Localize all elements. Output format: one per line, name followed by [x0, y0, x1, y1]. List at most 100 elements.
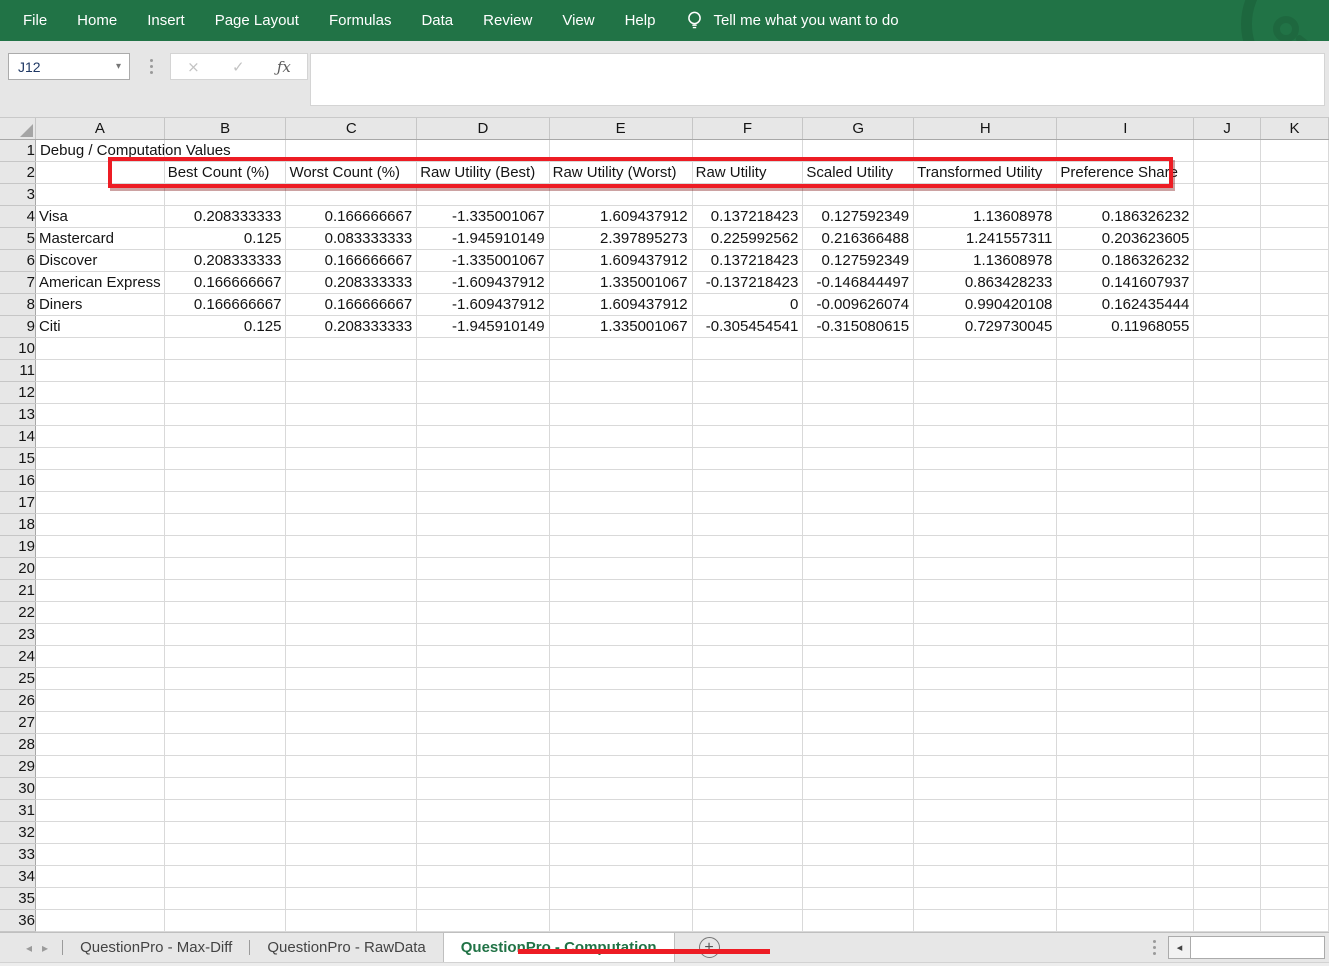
cell-J20[interactable] [1194, 558, 1261, 580]
cell-D35[interactable] [417, 888, 549, 910]
cell-C3[interactable] [286, 184, 417, 206]
cell-K29[interactable] [1260, 756, 1328, 778]
cell-C22[interactable] [286, 602, 417, 624]
cell-I3[interactable] [1057, 184, 1194, 206]
cell-I20[interactable] [1057, 558, 1194, 580]
cell-J25[interactable] [1194, 668, 1261, 690]
cell-B4[interactable]: 0.208333333 [164, 206, 286, 228]
cell-B30[interactable] [164, 778, 286, 800]
cell-F17[interactable] [692, 492, 803, 514]
row-header-23[interactable]: 23 [0, 624, 35, 646]
row-header-18[interactable]: 18 [0, 514, 35, 536]
cell-C11[interactable] [286, 360, 417, 382]
cell-E15[interactable] [549, 448, 692, 470]
cell-I2[interactable]: Preference Share [1057, 162, 1194, 184]
cell-H32[interactable] [914, 822, 1057, 844]
cell-F33[interactable] [692, 844, 803, 866]
cell-D6[interactable]: -1.335001067 [417, 250, 549, 272]
select-all-corner[interactable] [0, 118, 35, 140]
cell-J22[interactable] [1194, 602, 1261, 624]
cell-J1[interactable] [1194, 140, 1261, 162]
cell-K36[interactable] [1260, 910, 1328, 932]
cell-K31[interactable] [1260, 800, 1328, 822]
cell-F2[interactable]: Raw Utility [692, 162, 803, 184]
cell-J9[interactable] [1194, 316, 1261, 338]
cell-C36[interactable] [286, 910, 417, 932]
row-header-20[interactable]: 20 [0, 558, 35, 580]
row-header-27[interactable]: 27 [0, 712, 35, 734]
cell-G21[interactable] [803, 580, 914, 602]
cell-B8[interactable]: 0.166666667 [164, 294, 286, 316]
cell-D30[interactable] [417, 778, 549, 800]
cell-K22[interactable] [1260, 602, 1328, 624]
cell-C16[interactable] [286, 470, 417, 492]
cell-E8[interactable]: 1.609437912 [549, 294, 692, 316]
cell-A33[interactable] [35, 844, 164, 866]
menu-page-layout[interactable]: Page Layout [200, 0, 314, 41]
cell-G20[interactable] [803, 558, 914, 580]
tab-nav-right-icon[interactable]: ▸ [42, 941, 48, 955]
scroll-left-button[interactable]: ◂ [1168, 936, 1191, 959]
cell-C27[interactable] [286, 712, 417, 734]
cell-G19[interactable] [803, 536, 914, 558]
cell-F7[interactable]: -0.137218423 [692, 272, 803, 294]
cell-K8[interactable] [1260, 294, 1328, 316]
cell-I13[interactable] [1057, 404, 1194, 426]
cell-I8[interactable]: 0.162435444 [1057, 294, 1194, 316]
cell-D22[interactable] [417, 602, 549, 624]
cell-G1[interactable] [803, 140, 914, 162]
cell-J23[interactable] [1194, 624, 1261, 646]
column-header-D[interactable]: D [417, 118, 549, 140]
cell-H12[interactable] [914, 382, 1057, 404]
cell-E14[interactable] [549, 426, 692, 448]
cell-A9[interactable]: Citi [35, 316, 164, 338]
cell-B24[interactable] [164, 646, 286, 668]
cell-J35[interactable] [1194, 888, 1261, 910]
cell-A27[interactable] [35, 712, 164, 734]
cell-E17[interactable] [549, 492, 692, 514]
row-header-19[interactable]: 19 [0, 536, 35, 558]
cell-E5[interactable]: 2.397895273 [549, 228, 692, 250]
cell-B15[interactable] [164, 448, 286, 470]
cell-I5[interactable]: 0.203623605 [1057, 228, 1194, 250]
insert-function-icon[interactable]: ƒx [277, 58, 291, 76]
cell-G4[interactable]: 0.127592349 [803, 206, 914, 228]
cell-D20[interactable] [417, 558, 549, 580]
row-header-28[interactable]: 28 [0, 734, 35, 756]
cell-E21[interactable] [549, 580, 692, 602]
cell-H7[interactable]: 0.863428233 [914, 272, 1057, 294]
cell-F22[interactable] [692, 602, 803, 624]
cell-G32[interactable] [803, 822, 914, 844]
cell-A35[interactable] [35, 888, 164, 910]
cell-K32[interactable] [1260, 822, 1328, 844]
cell-J26[interactable] [1194, 690, 1261, 712]
row-header-1[interactable]: 1 [0, 140, 35, 162]
cell-C25[interactable] [286, 668, 417, 690]
cell-H22[interactable] [914, 602, 1057, 624]
cell-H8[interactable]: 0.990420108 [914, 294, 1057, 316]
cell-J30[interactable] [1194, 778, 1261, 800]
cell-B13[interactable] [164, 404, 286, 426]
cell-J17[interactable] [1194, 492, 1261, 514]
cell-G27[interactable] [803, 712, 914, 734]
cell-E11[interactable] [549, 360, 692, 382]
cell-I32[interactable] [1057, 822, 1194, 844]
cell-K16[interactable] [1260, 470, 1328, 492]
cell-K10[interactable] [1260, 338, 1328, 360]
row-header-2[interactable]: 2 [0, 162, 35, 184]
cell-C1[interactable] [286, 140, 417, 162]
confirm-icon[interactable]: ✓ [232, 58, 245, 76]
cell-B35[interactable] [164, 888, 286, 910]
cell-E3[interactable] [549, 184, 692, 206]
cell-F18[interactable] [692, 514, 803, 536]
cell-F9[interactable]: -0.305454541 [692, 316, 803, 338]
cell-E36[interactable] [549, 910, 692, 932]
cell-F8[interactable]: 0 [692, 294, 803, 316]
cell-D5[interactable]: -1.945910149 [417, 228, 549, 250]
cell-I22[interactable] [1057, 602, 1194, 624]
cell-A7[interactable]: American Express [35, 272, 164, 294]
cell-K34[interactable] [1260, 866, 1328, 888]
column-header-C[interactable]: C [286, 118, 417, 140]
row-header-8[interactable]: 8 [0, 294, 35, 316]
cell-K3[interactable] [1260, 184, 1328, 206]
